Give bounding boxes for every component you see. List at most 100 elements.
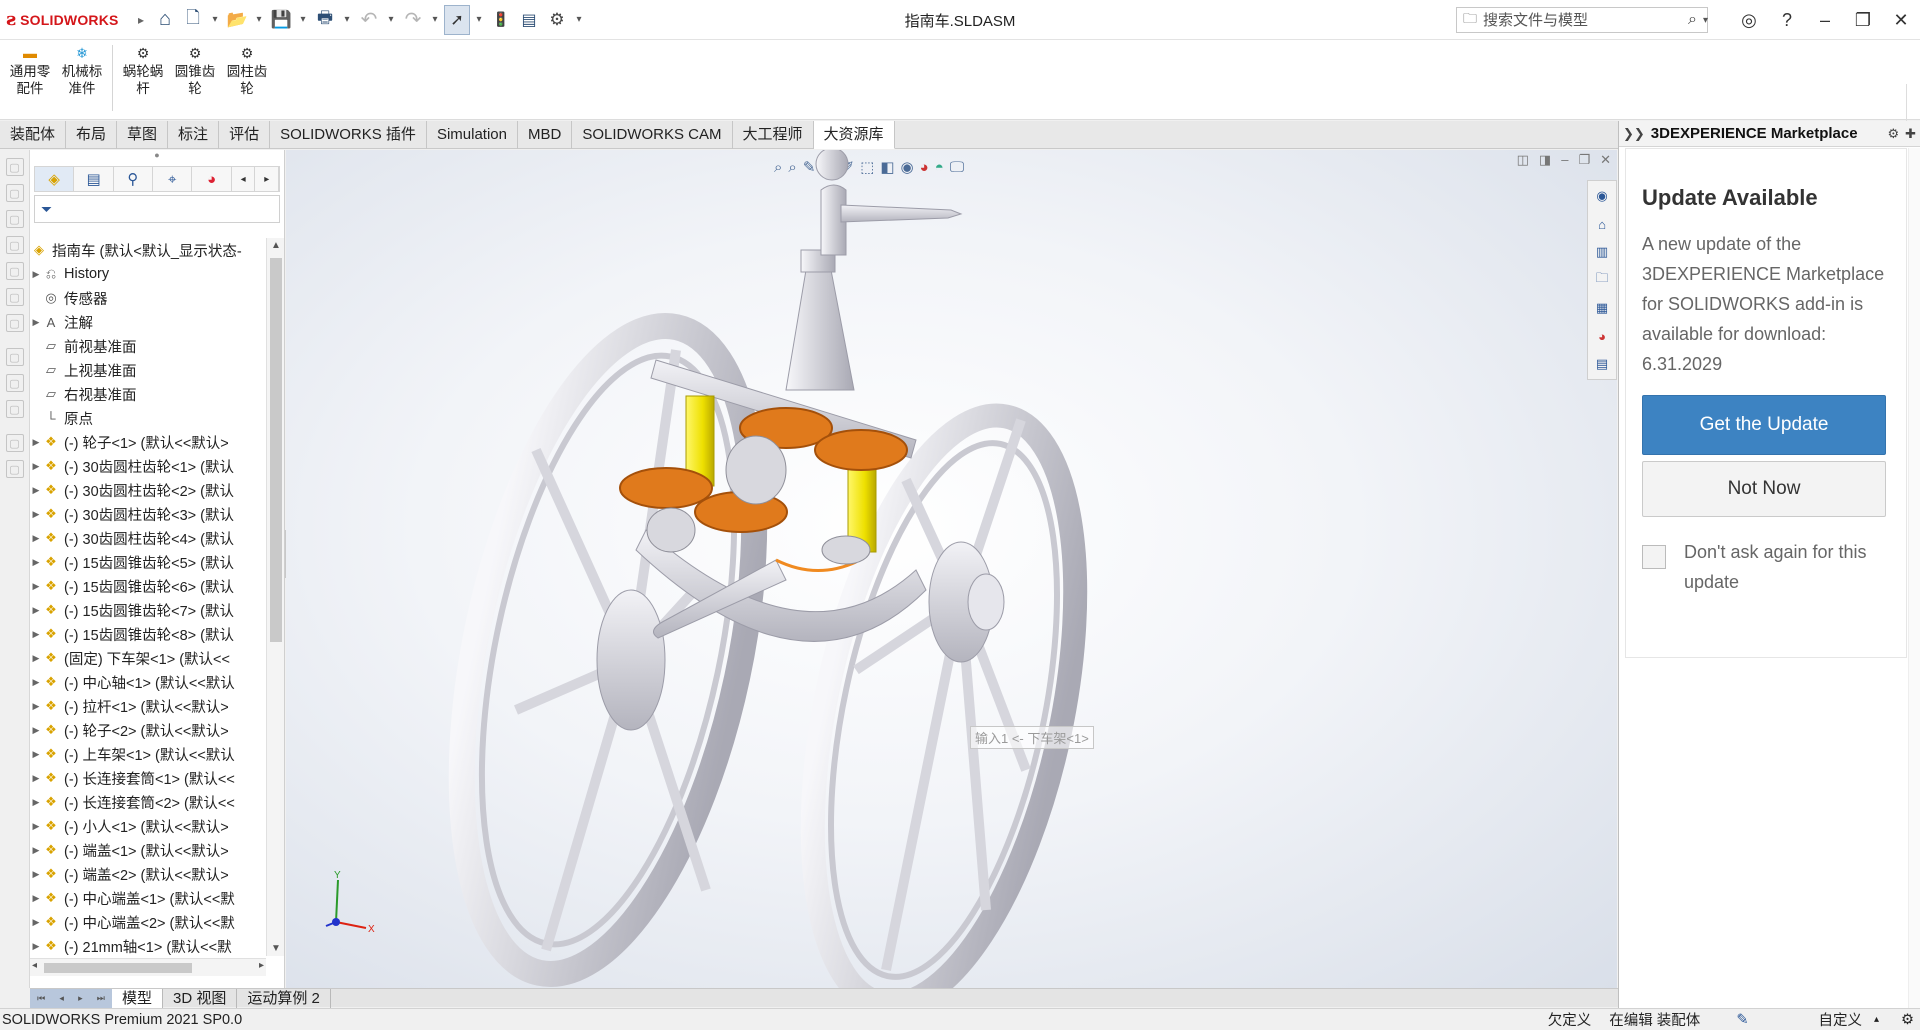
- expand-arrow-icon[interactable]: ▶: [30, 821, 42, 832]
- expand-arrow-icon[interactable]: ▶: [30, 845, 42, 856]
- tab-addins[interactable]: SOLIDWORKS 插件: [270, 121, 427, 149]
- tab-layout[interactable]: 布局: [66, 121, 118, 149]
- tree-item[interactable]: ▶ ❖ (-) 15齿圆锥齿轮<7> (默认: [30, 598, 266, 622]
- tool-icon-4[interactable]: ▢: [5, 236, 24, 254]
- panel-grip-icon[interactable]: ●: [30, 150, 284, 164]
- center-column[interactable]: [785, 269, 855, 391]
- tree-item[interactable]: ▶ ❖ (-) 30齿圆柱齿轮<3> (默认: [30, 502, 266, 526]
- tool-icon-9[interactable]: ▢: [5, 374, 24, 392]
- design-library-icon[interactable]: ▥: [1591, 241, 1613, 263]
- tree-item[interactable]: ▱ 前视基准面: [30, 334, 266, 358]
- open-folder-icon[interactable]: 📂: [224, 5, 250, 35]
- tool-icon-5[interactable]: ▢: [5, 262, 24, 280]
- tree-horizontal-scrollbar[interactable]: ◂ ▸: [30, 958, 266, 976]
- tree-filter[interactable]: ⏷: [34, 195, 280, 223]
- print-icon[interactable]: 🖶: [312, 5, 338, 35]
- help-icon[interactable]: ?: [1768, 0, 1806, 40]
- search-icon[interactable]: ⌕: [1688, 11, 1697, 29]
- expand-arrow-icon[interactable]: ▶: [30, 797, 42, 808]
- marketplace-scrollbar[interactable]: [1908, 148, 1920, 1008]
- traffic-light-icon[interactable]: 🚦: [488, 5, 514, 35]
- worm-gear-button[interactable]: ⚙ 蜗轮蜗杆: [117, 45, 169, 119]
- expand-arrow-icon[interactable]: ▶: [30, 725, 42, 736]
- tab-model[interactable]: 模型: [112, 988, 164, 1008]
- expand-arrow-icon[interactable]: ▶: [30, 461, 42, 472]
- panel-collapse-icon[interactable]: ❯❯: [1623, 126, 1645, 142]
- redo-icon[interactable]: ↷: [400, 5, 426, 35]
- select-dropdown-icon[interactable]: ▾: [472, 14, 486, 25]
- display-manager-tab-icon[interactable]: ◕: [192, 167, 232, 191]
- mechanical-standard-button[interactable]: ❄ 机械标准件: [56, 45, 108, 119]
- tree-vertical-scrollbar[interactable]: ▲ ▼: [266, 238, 284, 956]
- expand-arrow-icon[interactable]: ▶: [30, 509, 42, 520]
- tool-icon-10[interactable]: ▢: [5, 400, 24, 418]
- expand-arrow-icon[interactable]: ▶: [30, 917, 42, 928]
- file-explorer-icon[interactable]: 🗀: [1591, 269, 1613, 291]
- expand-arrow-icon[interactable]: ▶: [30, 653, 42, 664]
- graphics-area[interactable]: ⌕ ⌕ ✎ ▣ ✐ ⬚ ◧ ◉ ◕ ◓ 🖵 ◫ ◨ – ❐ ✕: [286, 150, 1617, 988]
- expand-arrow-icon[interactable]: ▶: [30, 269, 42, 280]
- tree-item[interactable]: ▱ 上视基准面: [30, 358, 266, 382]
- prev-tab-icon[interactable]: ◂: [59, 993, 64, 1004]
- dimxpert-tab-icon[interactable]: ⌖: [153, 167, 193, 191]
- scroll-down-icon[interactable]: ▼: [267, 943, 285, 954]
- tab-markup[interactable]: 标注: [168, 121, 220, 149]
- tab-simulation[interactable]: Simulation: [427, 121, 518, 149]
- tree-item[interactable]: ▶ ❖ (-) 15齿圆锥齿轮<6> (默认: [30, 574, 266, 598]
- tree-item[interactable]: ▶ ❖ (-) 中心端盖<2> (默认<<默: [30, 910, 266, 934]
- tree-item[interactable]: ▶ ❖ (-) 轮子<1> (默认<<默认>: [30, 430, 266, 454]
- pointing-arm[interactable]: [840, 204, 963, 223]
- tab-motion-study-2[interactable]: 运动算例 2: [237, 988, 331, 1008]
- expand-arrow-icon[interactable]: ▶: [30, 701, 42, 712]
- solidworks-logo[interactable]: ƨ SOLIDWORKS: [0, 9, 136, 30]
- expand-arrow-icon[interactable]: ▶: [30, 605, 42, 616]
- options-dropdown-icon[interactable]: ▾: [572, 14, 586, 25]
- tree-item[interactable]: ▶ ❖ (-) 拉杆<1> (默认<<默认>: [30, 694, 266, 718]
- expand-arrow-icon[interactable]: ▶: [30, 437, 42, 448]
- tab-3d-view[interactable]: 3D 视图: [163, 988, 238, 1008]
- tab-cam[interactable]: SOLIDWORKS CAM: [572, 121, 733, 149]
- right-wheel[interactable]: [766, 392, 1122, 988]
- save-icon[interactable]: 💾: [268, 5, 294, 35]
- tree-item[interactable]: ▶ A 注解: [30, 310, 266, 334]
- expand-arrow-icon[interactable]: ▶: [30, 941, 42, 952]
- tool-icon-3[interactable]: ▢: [5, 210, 24, 228]
- tool-icon-1[interactable]: ▢: [5, 158, 24, 176]
- panel-settings-icon[interactable]: ⚙: [1887, 126, 1899, 142]
- expand-arrow-icon[interactable]: ▶: [30, 317, 42, 328]
- user-account-icon[interactable]: ◎: [1730, 0, 1768, 40]
- tool-icon-7[interactable]: ▢: [5, 314, 24, 332]
- tree-item[interactable]: ▶ ⎌ History: [30, 262, 266, 286]
- save-dropdown-icon[interactable]: ▾: [296, 14, 310, 25]
- search-box[interactable]: 🗀 ⌕ ▾: [1456, 7, 1708, 33]
- assembly-3d-model[interactable]: [286, 150, 1617, 988]
- rebuild-icon[interactable]: ✎: [1736, 1012, 1748, 1028]
- tabs-scroll-left-icon[interactable]: ◂: [232, 167, 256, 191]
- expand-arrow-icon[interactable]: ▶: [30, 581, 42, 592]
- tree-item[interactable]: ▶ ❖ (-) 30齿圆柱齿轮<2> (默认: [30, 478, 266, 502]
- expand-arrow-icon[interactable]: ▶: [30, 869, 42, 880]
- view-palette-icon[interactable]: ▦: [1591, 297, 1613, 319]
- pin-icon[interactable]: ✚: [1905, 126, 1916, 142]
- tab-sketch[interactable]: 草图: [117, 121, 169, 149]
- tree-item[interactable]: ▶ ❖ (-) 30齿圆柱齿轮<1> (默认: [30, 454, 266, 478]
- file-properties-icon[interactable]: ▤: [516, 5, 542, 35]
- dont-ask-label[interactable]: Don't ask again for this update: [1684, 537, 1890, 597]
- search-input[interactable]: [1483, 11, 1682, 29]
- tool-icon-8[interactable]: ▢: [5, 348, 24, 366]
- 3dexperience-icon[interactable]: ◉: [1591, 185, 1613, 207]
- tab-navigation[interactable]: ⏮ ◂ ▸ ⏭: [30, 988, 112, 1008]
- tree-item[interactable]: ▶ ❖ (-) 上车架<1> (默认<<默认: [30, 742, 266, 766]
- search-scope-folder-icon[interactable]: 🗀: [1463, 8, 1477, 32]
- expand-arrow-icon[interactable]: ▶: [30, 677, 42, 688]
- status-settings-icon[interactable]: ⚙: [1901, 1012, 1914, 1028]
- search-dropdown-icon[interactable]: ▾: [1703, 15, 1708, 26]
- redo-dropdown-icon[interactable]: ▾: [428, 14, 442, 25]
- tree-item[interactable]: └ 原点: [30, 406, 266, 430]
- h-scroll-thumb[interactable]: [44, 963, 192, 973]
- tool-icon-2[interactable]: ▢: [5, 184, 24, 202]
- first-tab-icon[interactable]: ⏮: [37, 993, 45, 1004]
- not-now-button[interactable]: Not Now: [1642, 461, 1886, 517]
- tree-item[interactable]: ▶ ❖ (-) 长连接套筒<2> (默认<<: [30, 790, 266, 814]
- get-update-button[interactable]: Get the Update: [1642, 395, 1886, 455]
